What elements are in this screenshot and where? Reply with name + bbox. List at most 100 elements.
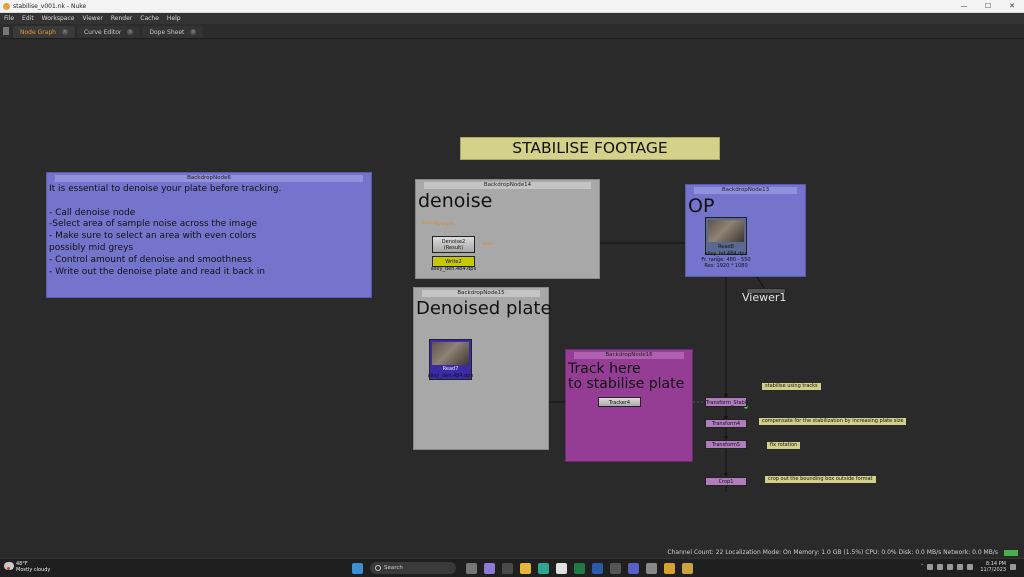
title-banner[interactable]: STABILISE FOOTAGE	[460, 137, 720, 160]
menu-help[interactable]: Help	[167, 15, 181, 22]
read7-thumbnail	[432, 342, 469, 365]
taskbar-search[interactable]: Search	[370, 562, 456, 574]
node-subtitle: (Result)	[443, 245, 464, 251]
close-tab-icon[interactable]: ×	[61, 29, 68, 35]
app-icon[interactable]	[610, 562, 621, 574]
close-tab-icon[interactable]: ×	[127, 29, 134, 35]
panel-tab-bar: Node Graph × Curve Editor × Dope Sheet ×	[0, 24, 1024, 39]
battery-icon[interactable]	[967, 564, 974, 570]
backdrop-label: OP	[688, 195, 715, 217]
close-tab-icon[interactable]: ×	[190, 29, 197, 35]
menu-cache[interactable]: Cache	[140, 15, 159, 22]
node-name: Transform5	[711, 442, 741, 448]
file-explorer-icon[interactable]	[520, 562, 531, 574]
backdrop-label: Track here to stabilise plate	[568, 361, 685, 392]
node-name: Crop1	[718, 479, 734, 485]
sticky-note-compensate[interactable]: compensate for the stabilization by incr…	[759, 418, 907, 425]
analysis-input-label: Analysis	[436, 222, 455, 227]
sticky-note-rotation[interactable]: fix rotation	[767, 442, 801, 449]
backdrop-label: denoise	[418, 190, 493, 212]
wifi-icon[interactable]	[947, 564, 954, 570]
tray-app-icon[interactable]	[937, 564, 944, 570]
notification-icon[interactable]	[1010, 564, 1016, 570]
sticky-note-crop[interactable]: crop out the bounding box outside format	[765, 476, 876, 483]
denoise-node[interactable]: Denoise2 (Result)	[432, 236, 475, 253]
nuke-icon[interactable]	[664, 562, 675, 574]
nuke-icon[interactable]	[682, 562, 693, 574]
menu-workspace[interactable]: Workspace	[42, 15, 75, 22]
cloud-icon	[4, 562, 14, 570]
tab-label: Node Graph	[20, 28, 56, 36]
backdrop-title: BackdropNode14	[424, 182, 591, 189]
chrome-icon[interactable]	[556, 562, 567, 574]
node-graph-canvas[interactable]: BackdropNode6 It is essential to denoise…	[0, 40, 1024, 558]
excel-icon[interactable]	[574, 562, 585, 574]
outlook-icon[interactable]	[592, 562, 603, 574]
mask-input-label: mask	[482, 242, 495, 247]
tab-curve-editor[interactable]: Curve Editor ×	[76, 26, 141, 38]
backdrop-title: BackdropNode15	[422, 290, 540, 297]
panel-menu-icon[interactable]	[3, 27, 9, 35]
chat-icon[interactable]	[484, 562, 495, 574]
backdrop-notes: It is essential to denoise your plate be…	[49, 184, 282, 277]
clock[interactable]: 8:14 PM 11/7/2023	[980, 561, 1006, 573]
chevron-up-icon[interactable]: ˄	[921, 564, 924, 570]
menu-render[interactable]: Render	[111, 15, 132, 22]
node-name: Read7	[442, 366, 459, 372]
task-view-icon[interactable]	[466, 562, 477, 574]
start-icon[interactable]	[352, 562, 363, 574]
backdrop-title: BackdropNode6	[55, 175, 363, 182]
app-icon[interactable]	[646, 562, 657, 574]
node-name: Tracker4	[608, 400, 631, 406]
maximize-button[interactable]: ☐	[976, 0, 1000, 13]
menu-bar: File Edit Workspace Viewer Render Cache …	[0, 13, 1024, 24]
backdrop-node-6[interactable]: BackdropNode6 It is essential to denoise…	[46, 172, 372, 298]
nuke-app-icon	[3, 2, 10, 10]
tab-label: Curve Editor	[83, 28, 122, 36]
node-name: Read8	[718, 244, 734, 250]
minimize-button[interactable]: —	[952, 0, 976, 13]
read8-resolution-label: Res: 1920 * 1080	[704, 263, 748, 269]
write-file-label: alley_den.484.dpx	[430, 266, 477, 272]
window-controls: — ☐ ✕	[952, 0, 1024, 13]
status-indicator	[1004, 550, 1018, 556]
status-bar: Channel Count: 22 Localization Mode: On …	[0, 548, 1024, 558]
teams-icon[interactable]	[628, 562, 639, 574]
tracker-node[interactable]: Tracker4	[598, 397, 641, 407]
node-name: Transform_Stabilise1	[706, 400, 747, 406]
weather-description: Mostly cloudy	[16, 567, 51, 573]
sticky-note-stabilise[interactable]: stabilise using tracks	[762, 383, 821, 390]
app-icon[interactable]	[502, 562, 513, 574]
read7-file-label: alley_den.484.dpx	[427, 373, 474, 379]
close-button[interactable]: ✕	[1000, 0, 1024, 13]
node-name: Write2	[445, 259, 462, 265]
edge-browser-icon[interactable]	[538, 562, 549, 574]
tab-dope-sheet[interactable]: Dope Sheet ×	[142, 26, 204, 38]
menu-viewer[interactable]: Viewer	[82, 15, 102, 22]
crop-node[interactable]: Crop1	[705, 477, 747, 486]
taskbar-apps: Search	[352, 562, 700, 574]
tab-node-graph[interactable]: Node Graph ×	[13, 26, 75, 38]
window-title: stabilise_v001.nk - Nuke	[13, 2, 87, 10]
weather-widget[interactable]: 48°F Mostly cloudy	[4, 561, 50, 573]
tab-label: Dope Sheet	[149, 28, 185, 36]
menu-edit[interactable]: Edit	[22, 15, 34, 22]
viewer-label: Viewer1	[742, 291, 787, 304]
node-name: Transform4	[711, 421, 741, 427]
transform4-node[interactable]: Transform4	[705, 419, 747, 428]
os-taskbar: 48°F Mostly cloudy Search ˄ 8:14 PM 11/7…	[0, 558, 1024, 577]
transform5-node[interactable]: Transform5	[705, 440, 747, 449]
backdrop-title: BackdropNode16	[574, 352, 684, 359]
read8-thumbnail	[708, 220, 744, 242]
backdrop-label: Denoised plate	[416, 298, 552, 319]
backdrop-title: BackdropNode13	[694, 187, 797, 194]
clock-date: 11/7/2023	[980, 567, 1006, 573]
read8-node[interactable]: Read8	[705, 217, 747, 255]
volume-icon[interactable]	[957, 564, 964, 570]
menu-file[interactable]: File	[4, 15, 14, 22]
system-tray: ˄ 8:14 PM 11/7/2023	[921, 561, 1020, 573]
stabilise-transform-node[interactable]: Transform_Stabilise1	[705, 397, 747, 407]
window-titlebar: stabilise_v001.nk - Nuke — ☐ ✕	[0, 0, 1024, 13]
tray-app-icon[interactable]	[927, 564, 934, 570]
status-text: Channel Count: 22 Localization Mode: On …	[667, 549, 998, 556]
